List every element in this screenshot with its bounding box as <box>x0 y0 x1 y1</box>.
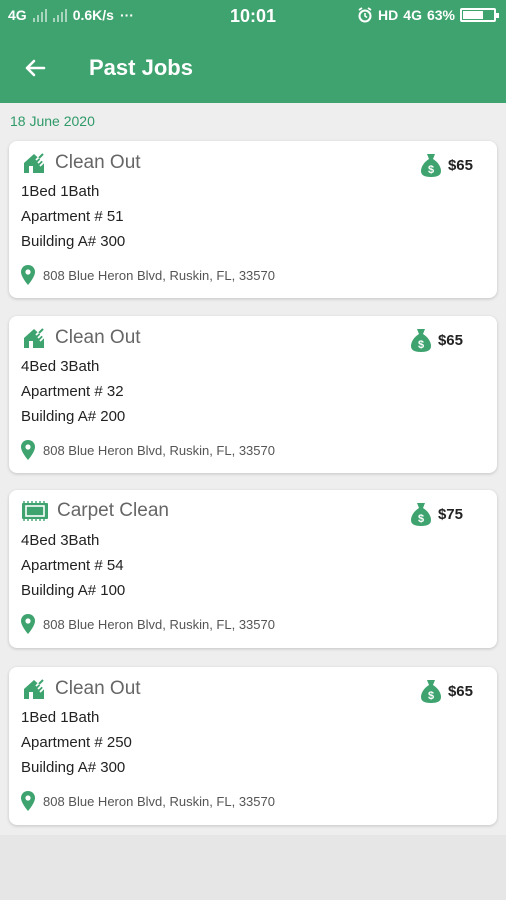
location-pin-icon <box>21 265 35 285</box>
money-bag-icon: $ <box>420 154 441 177</box>
house-clean-icon <box>24 328 46 348</box>
battery-level <box>463 11 484 19</box>
carpet-icon <box>22 501 48 521</box>
svg-text:$: $ <box>428 690 434 702</box>
address-text: 808 Blue Heron Blvd, Ruskin, FL, 33570 <box>43 442 275 458</box>
back-arrow-icon[interactable] <box>20 53 50 83</box>
job-apartment: Apartment # 54 <box>21 557 124 574</box>
address-text: 808 Blue Heron Blvd, Ruskin, FL, 33570 <box>43 267 275 283</box>
job-title: Carpet Clean <box>57 500 169 521</box>
location-pin-icon <box>21 614 35 634</box>
location-pin-icon <box>21 440 35 460</box>
job-rooms: 4Bed 3Bath <box>21 532 100 549</box>
job-rooms: 1Bed 1Bath <box>21 709 100 726</box>
job-price: $ $65 <box>420 152 473 178</box>
address-text: 808 Blue Heron Blvd, Ruskin, FL, 33570 <box>43 793 275 809</box>
job-apartment: Apartment # 51 <box>21 208 124 225</box>
job-header: Clean Out <box>21 326 141 350</box>
location-pin-icon <box>21 791 35 811</box>
job-apartment: Apartment # 250 <box>21 734 132 751</box>
page-title: Past Jobs <box>89 55 193 80</box>
job-building: Building A# 300 <box>21 759 126 776</box>
hd-label: HD <box>378 7 399 23</box>
price-value: $65 <box>447 682 473 700</box>
address-text: 808 Blue Heron Blvd, Ruskin, FL, 33570 <box>43 616 275 632</box>
svg-text:$: $ <box>418 339 424 351</box>
price-value: $65 <box>447 156 473 174</box>
job-title: Clean Out <box>55 327 141 348</box>
job-building: Building A# 100 <box>21 582 126 599</box>
job-price: $ $65 <box>410 327 463 353</box>
battery-percent: 63% <box>426 7 455 23</box>
job-title: Clean Out <box>55 678 141 699</box>
list-bottom-spacer <box>0 835 506 900</box>
job-address: 808 Blue Heron Blvd, Ruskin, FL, 33570 <box>21 614 275 634</box>
house-clean-icon <box>24 153 46 173</box>
job-rooms: 4Bed 3Bath <box>21 358 100 375</box>
job-address: 808 Blue Heron Blvd, Ruskin, FL, 33570 <box>21 265 275 285</box>
job-header: Clean Out <box>21 151 141 175</box>
job-card[interactable]: Clean Out $ $65 1Bed 1Bath Apartment # 2… <box>9 667 497 825</box>
app-bar: Past Jobs <box>0 33 506 103</box>
job-card[interactable]: Carpet Clean $ $75 4Bed 3Bath Apartment … <box>9 490 497 648</box>
house-clean-icon <box>24 679 46 699</box>
network-type-right: 4G <box>403 7 422 23</box>
job-address: 808 Blue Heron Blvd, Ruskin, FL, 33570 <box>21 791 275 811</box>
money-bag-icon: $ <box>410 503 431 526</box>
job-price: $ $75 <box>410 501 463 527</box>
battery-icon <box>460 8 499 22</box>
job-header: Clean Out <box>21 677 141 701</box>
job-title: Clean Out <box>55 152 141 173</box>
job-address: 808 Blue Heron Blvd, Ruskin, FL, 33570 <box>21 440 275 460</box>
price-value: $75 <box>437 505 463 523</box>
job-apartment: Apartment # 32 <box>21 383 124 400</box>
job-card[interactable]: Clean Out $ $65 4Bed 3Bath Apartment # 3… <box>9 316 497 473</box>
job-header: Carpet Clean <box>21 500 169 522</box>
job-building: Building A# 200 <box>21 408 126 425</box>
money-bag-icon: $ <box>420 680 441 703</box>
job-price: $ $65 <box>420 678 473 704</box>
job-building: Building A# 300 <box>21 233 126 250</box>
money-bag-icon: $ <box>410 329 431 352</box>
status-right: HD 4G 63% <box>357 7 499 23</box>
date-header: 18 June 2020 <box>10 113 95 129</box>
price-value: $65 <box>437 331 463 349</box>
svg-text:$: $ <box>418 513 424 525</box>
alarm-icon <box>358 7 372 23</box>
job-rooms: 1Bed 1Bath <box>21 183 100 200</box>
status-bar: 4G 0.6K/s ··· 10:01 HD 4G 63% <box>0 0 506 33</box>
job-card[interactable]: Clean Out $ $65 1Bed 1Bath Apartment # 5… <box>9 141 497 298</box>
svg-text:$: $ <box>428 164 434 176</box>
